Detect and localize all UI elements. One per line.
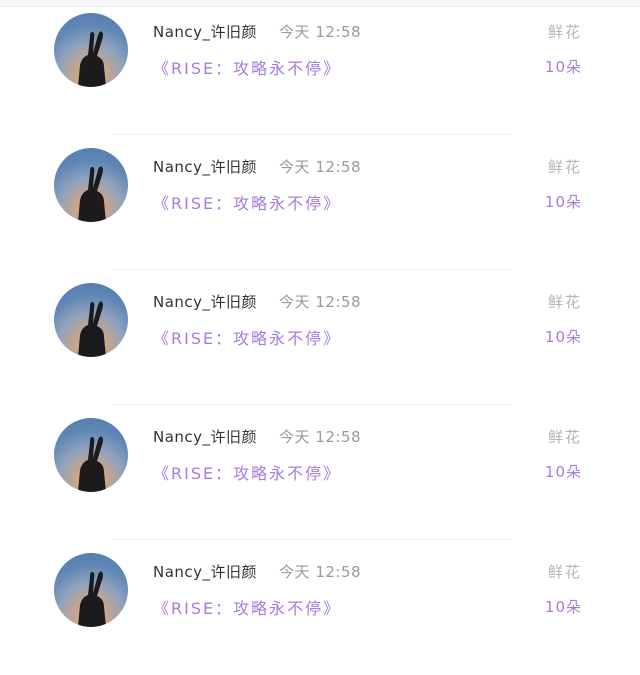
gift-count: 10朵 — [544, 193, 582, 211]
list-item[interactable]: Nancy_许旧颜 今天 12:58 《RISE：攻略永不停》 鲜花 10朵 — [0, 0, 640, 135]
message-text[interactable]: 《RISE：攻略永不停》 — [153, 55, 341, 79]
sender-name[interactable]: Nancy_许旧颜 — [153, 426, 257, 447]
avatar[interactable] — [54, 418, 128, 492]
sender-name[interactable]: Nancy_许旧颜 — [153, 561, 257, 582]
sender-line: Nancy_许旧颜 今天 12:58 — [153, 425, 361, 447]
list-item[interactable]: Nancy_许旧颜 今天 12:58 《RISE：攻略永不停》 鲜花 10朵 — [0, 405, 640, 540]
sender-name[interactable]: Nancy_许旧颜 — [153, 21, 257, 42]
sender-name[interactable]: Nancy_许旧颜 — [153, 156, 257, 177]
timestamp: 今天 12:58 — [279, 157, 362, 176]
gift-count: 10朵 — [544, 598, 582, 616]
gift-count: 10朵 — [544, 58, 582, 76]
sender-line: Nancy_许旧颜 今天 12:58 — [153, 560, 361, 582]
avatar[interactable] — [54, 553, 128, 627]
sender-line: Nancy_许旧颜 今天 12:58 — [153, 155, 361, 177]
message-text[interactable]: 《RISE：攻略永不停》 — [153, 325, 341, 349]
timestamp: 今天 12:58 — [279, 292, 362, 311]
gift-message-list: Nancy_许旧颜 今天 12:58 《RISE：攻略永不停》 鲜花 10朵 N… — [0, 0, 640, 643]
gift-label: 鲜花 — [547, 428, 582, 446]
gift-label: 鲜花 — [547, 158, 582, 176]
gift-count: 10朵 — [544, 328, 582, 346]
avatar[interactable] — [54, 283, 128, 357]
sender-name[interactable]: Nancy_许旧颜 — [153, 291, 257, 312]
peace-hand-icon — [78, 31, 106, 87]
list-item[interactable]: Nancy_许旧颜 今天 12:58 《RISE：攻略永不停》 鲜花 10朵 — [0, 540, 640, 675]
sender-line: Nancy_许旧颜 今天 12:58 — [153, 290, 361, 312]
peace-hand-icon — [78, 436, 106, 492]
timestamp: 今天 12:58 — [279, 427, 362, 446]
peace-hand-icon — [78, 166, 106, 222]
timestamp: 今天 12:58 — [279, 22, 362, 41]
message-text[interactable]: 《RISE：攻略永不停》 — [153, 460, 341, 484]
timestamp: 今天 12:58 — [279, 562, 362, 581]
gift-label: 鲜花 — [547, 563, 582, 581]
message-text[interactable]: 《RISE：攻略永不停》 — [153, 595, 341, 619]
message-text[interactable]: 《RISE：攻略永不停》 — [153, 190, 341, 214]
gift-count: 10朵 — [544, 463, 582, 481]
peace-hand-icon — [78, 571, 106, 627]
avatar[interactable] — [54, 13, 128, 87]
list-item[interactable]: Nancy_许旧颜 今天 12:58 《RISE：攻略永不停》 鲜花 10朵 — [0, 135, 640, 270]
gift-label: 鲜花 — [547, 293, 582, 311]
gift-label: 鲜花 — [547, 23, 582, 41]
sender-line: Nancy_许旧颜 今天 12:58 — [153, 20, 361, 42]
avatar[interactable] — [54, 148, 128, 222]
peace-hand-icon — [78, 301, 106, 357]
list-item[interactable]: Nancy_许旧颜 今天 12:58 《RISE：攻略永不停》 鲜花 10朵 — [0, 270, 640, 405]
